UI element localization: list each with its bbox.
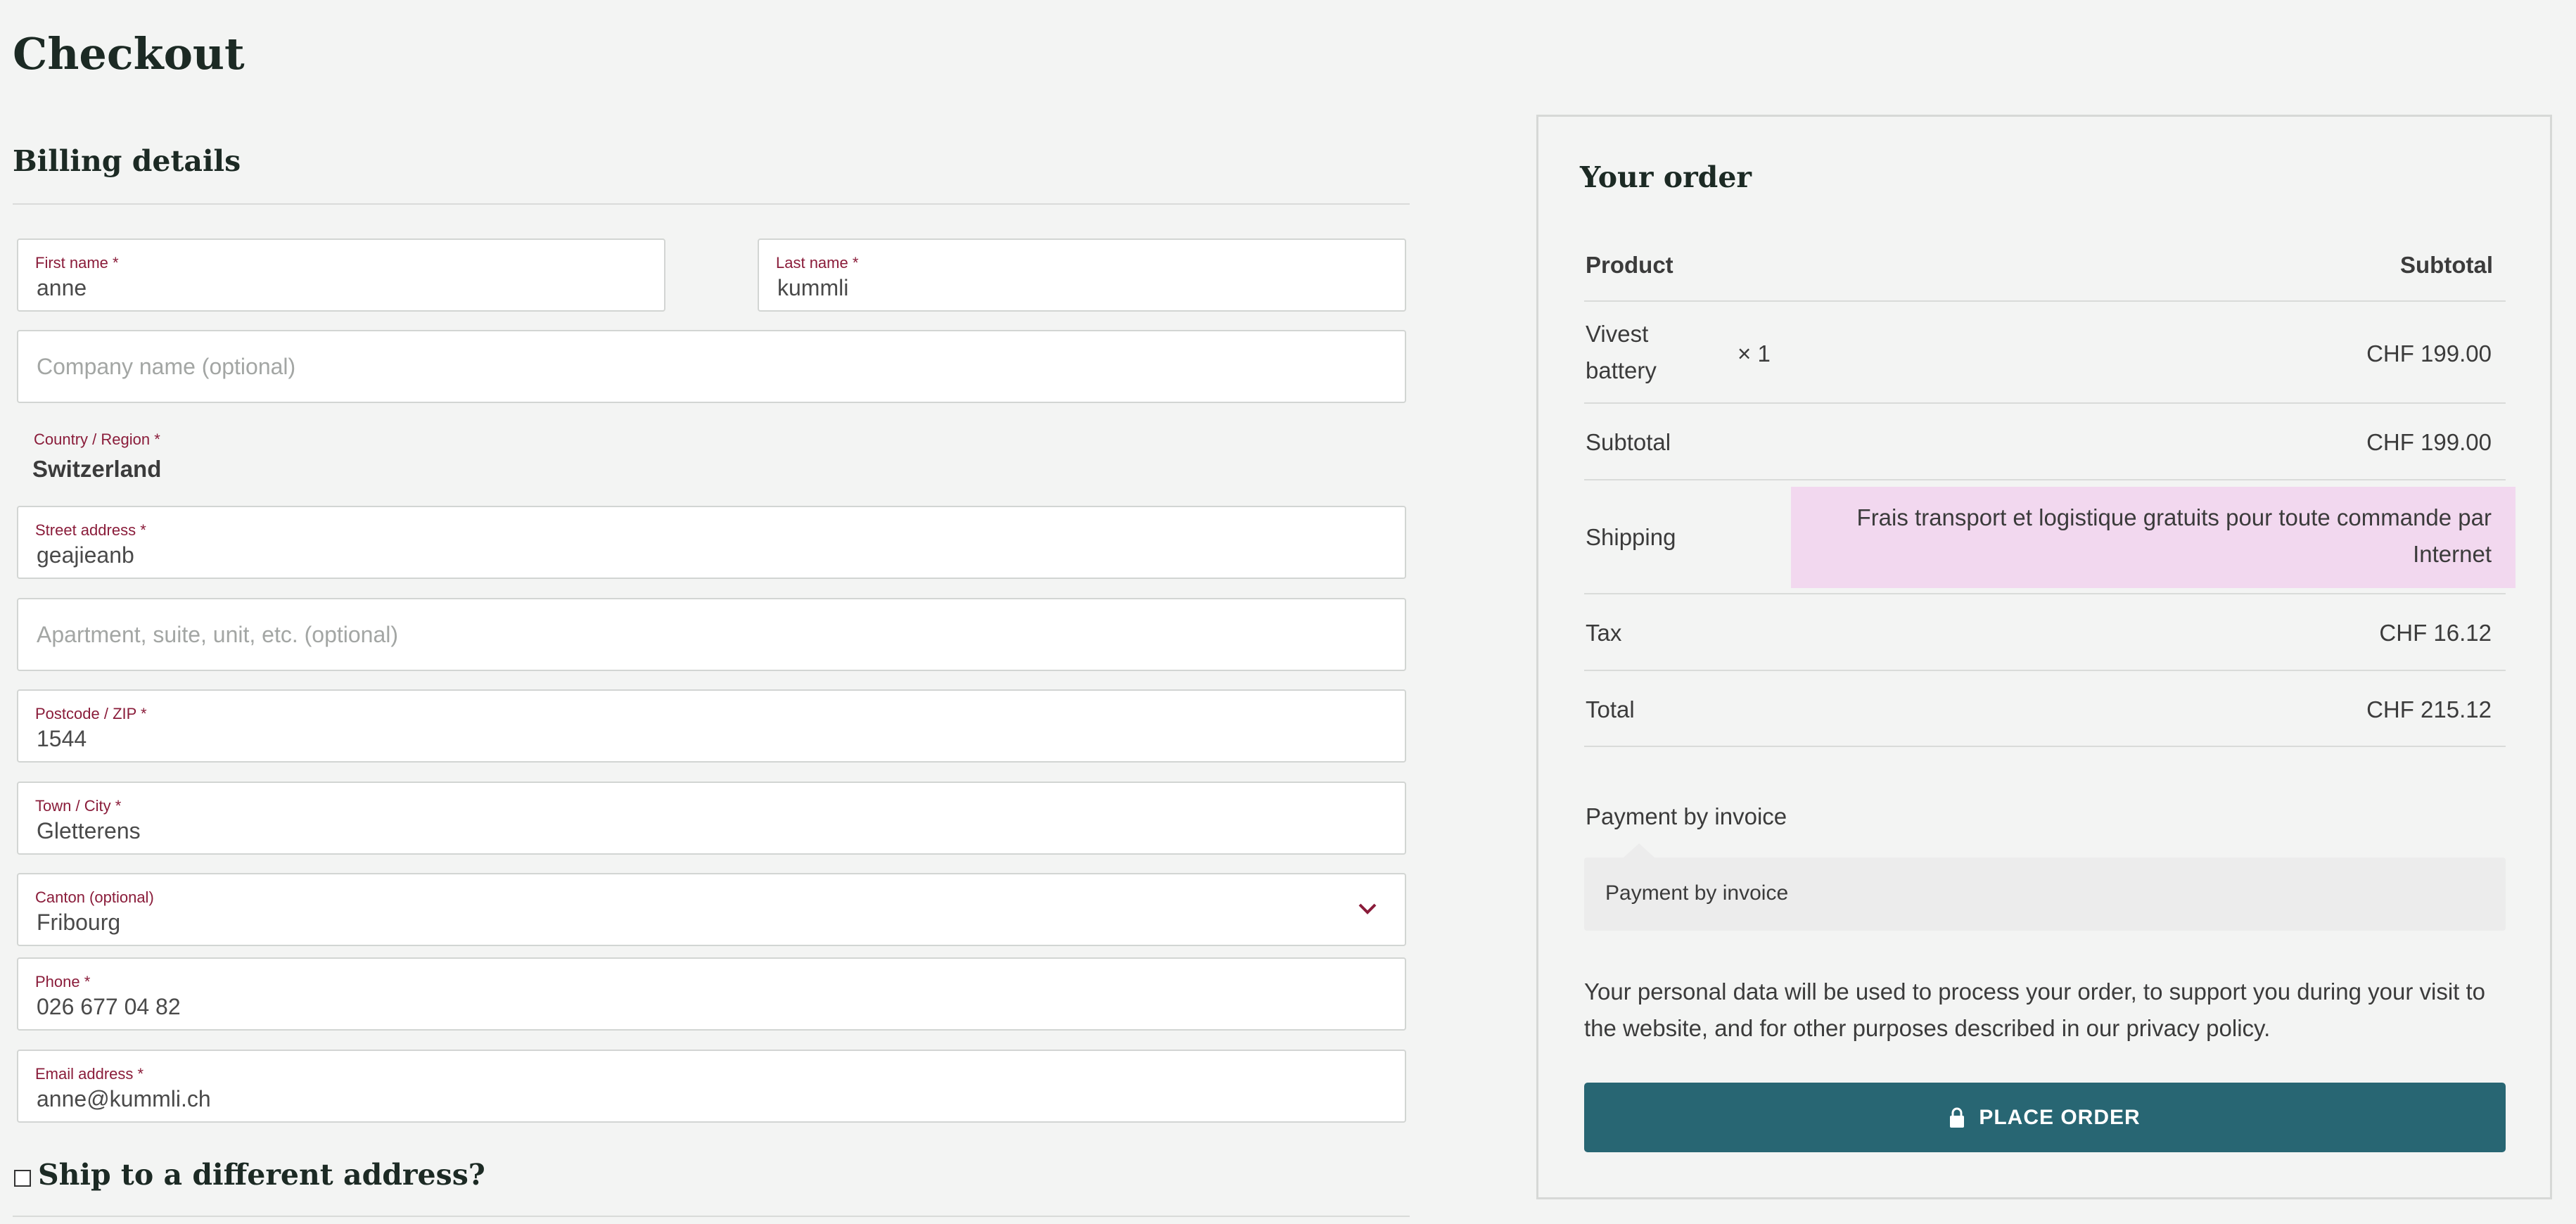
subtotal-column-header: Subtotal xyxy=(2400,252,2493,278)
payment-box-notch xyxy=(1624,843,1654,858)
total-label: Total xyxy=(1586,696,1635,722)
tax-value: CHF 16.12 xyxy=(2379,620,2492,646)
payment-description: Payment by invoice xyxy=(1605,881,1789,905)
apartment-field[interactable]: Apartment, suite, unit, etc. (optional) xyxy=(17,598,1406,671)
last-name-value: kummli xyxy=(777,275,849,300)
email-label: Email address * xyxy=(35,1065,144,1083)
shipping-divider xyxy=(13,1216,1410,1217)
page-title: Checkout xyxy=(13,28,245,79)
company-name-field[interactable]: Company name (optional) xyxy=(17,330,1406,403)
chevron-down-icon[interactable] xyxy=(1357,901,1378,917)
order-heading: Your order xyxy=(1580,160,1752,194)
privacy-notice: Your personal data will be used to proce… xyxy=(1584,978,2486,1041)
canton-select[interactable]: Canton (optional) Fribourg xyxy=(17,873,1406,946)
last-name-label: Last name * xyxy=(776,254,859,272)
postcode-field[interactable]: Postcode / ZIP * 1544 xyxy=(17,689,1406,763)
product-price: CHF 199.00 xyxy=(2366,340,2492,366)
company-name-placeholder: Company name (optional) xyxy=(37,354,296,379)
order-divider xyxy=(1584,593,2506,594)
phone-label: Phone * xyxy=(35,973,91,990)
email-value: anne@kummli.ch xyxy=(37,1086,211,1111)
last-name-field[interactable]: Last name * kummli xyxy=(758,238,1406,312)
product-quantity: × 1 xyxy=(1737,340,1771,366)
place-order-button[interactable]: PLACE ORDER xyxy=(1584,1083,2506,1152)
product-name-line1: Vivest xyxy=(1586,321,1649,347)
subtotal-label: Subtotal xyxy=(1586,429,1671,455)
shipping-label: Shipping xyxy=(1586,524,1676,550)
order-divider xyxy=(1584,670,2506,671)
ship-different-label[interactable]: Ship to a different address? xyxy=(38,1158,485,1192)
shipping-method-note: Frais transport et logistique gratuits p… xyxy=(1791,487,2516,588)
total-value: CHF 215.12 xyxy=(2366,696,2492,722)
product-column-header: Product xyxy=(1586,252,1673,278)
tax-label: Tax xyxy=(1586,620,1622,646)
canton-value: Fribourg xyxy=(37,910,121,935)
first-name-label: First name * xyxy=(35,254,119,272)
town-city-field[interactable]: Town / City * Gletterens xyxy=(17,782,1406,855)
payment-description-box: Payment by invoice xyxy=(1584,858,2506,931)
lock-icon xyxy=(1950,1107,1965,1128)
country-value: Switzerland xyxy=(32,456,162,482)
billing-divider xyxy=(13,203,1410,205)
order-divider xyxy=(1584,746,2506,747)
place-order-label: PLACE ORDER xyxy=(1979,1105,2141,1129)
billing-details-heading: Billing details xyxy=(13,144,241,178)
town-city-value: Gletterens xyxy=(37,818,141,843)
phone-value: 026 677 04 82 xyxy=(37,994,181,1019)
order-divider xyxy=(1584,402,2506,404)
canton-label: Canton (optional) xyxy=(35,888,154,906)
order-divider xyxy=(1584,300,2506,302)
country-label: Country / Region * xyxy=(34,431,160,448)
first-name-field[interactable]: First name * anne xyxy=(17,238,665,312)
town-city-label: Town / City * xyxy=(35,797,122,815)
postcode-label: Postcode / ZIP * xyxy=(35,705,147,722)
email-field[interactable]: Email address * anne@kummli.ch xyxy=(17,1050,1406,1123)
first-name-value: anne xyxy=(37,275,87,300)
subtotal-value: CHF 199.00 xyxy=(2366,429,2492,455)
phone-field[interactable]: Phone * 026 677 04 82 xyxy=(17,957,1406,1031)
street-address-label: Street address * xyxy=(35,521,146,539)
product-name-line2: battery xyxy=(1586,357,1657,383)
ship-different-checkbox[interactable] xyxy=(14,1170,31,1187)
apartment-placeholder: Apartment, suite, unit, etc. (optional) xyxy=(37,622,399,647)
street-address-value: geajieanb xyxy=(37,542,134,568)
street-address-field[interactable]: Street address * geajieanb xyxy=(17,506,1406,579)
postcode-value: 1544 xyxy=(37,726,87,751)
payment-method-option[interactable]: Payment by invoice xyxy=(1586,803,1787,830)
order-divider xyxy=(1584,479,2506,480)
